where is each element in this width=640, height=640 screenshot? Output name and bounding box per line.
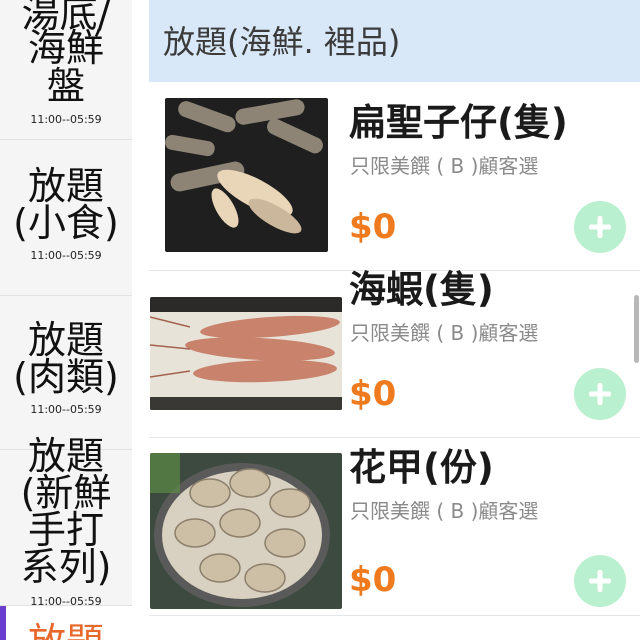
- item-photo-shrimp: [150, 297, 342, 410]
- item-note: 只限美饌 ( B )顧客選: [350, 499, 539, 523]
- add-to-cart-button[interactable]: [574, 555, 626, 607]
- category-label-line: 放題: [0, 623, 132, 640]
- item-note: 只限美饌 ( B )顧客選: [350, 154, 539, 178]
- section-header: 放題(海鮮. 裡品): [149, 0, 640, 82]
- category-label-line: (小食): [13, 201, 119, 245]
- scrollbar-thumb[interactable]: [634, 295, 639, 363]
- category-label-line: (新鮮: [20, 471, 112, 515]
- category-time: 11:00--05:59: [30, 403, 102, 416]
- category-meat[interactable]: 放題 (肉類) 11:00--05:59: [0, 296, 132, 450]
- item-photo-clams: [150, 453, 342, 609]
- item-price: $0: [349, 560, 397, 600]
- category-snacks[interactable]: 放題 (小食) 11:00--05:59: [0, 140, 132, 296]
- category-time: 11:00--05:59: [30, 113, 102, 126]
- item-photo-razor-clam: [165, 98, 328, 252]
- plus-icon: [589, 570, 611, 592]
- category-time: 11:00--05:59: [30, 249, 102, 262]
- plus-icon: [589, 383, 611, 405]
- item-name: 扁聖子仔(隻): [349, 101, 568, 144]
- category-seafood-active[interactable]: 放題: [0, 606, 132, 640]
- menu-item[interactable]: 花甲(份) 只限美饌 ( B )顧客選 $0: [149, 440, 640, 616]
- plus-icon: [589, 216, 611, 238]
- category-label-line: 手打: [27, 508, 104, 552]
- menu-item[interactable]: 海蝦(隻) 只限美饌 ( B )顧客選 $0: [149, 262, 640, 438]
- section-title: 放題(海鮮. 裡品): [163, 23, 401, 61]
- category-label-line: (肉類): [13, 355, 119, 399]
- item-price: $0: [349, 374, 397, 414]
- item-price: $0: [349, 207, 397, 247]
- item-name: 花甲(份): [349, 446, 494, 489]
- category-label-line: 海鮮: [27, 26, 104, 70]
- item-note: 只限美饌 ( B )顧客選: [350, 321, 539, 345]
- menu-item[interactable]: 扁聖子仔(隻) 只限美饌 ( B )顧客選 $0: [149, 95, 640, 271]
- category-label-line: 放題: [27, 164, 104, 208]
- item-name: 海蝦(隻): [349, 268, 494, 311]
- category-label-line: 放題: [27, 318, 104, 362]
- add-to-cart-button[interactable]: [574, 201, 626, 253]
- category-label-line: 系列): [20, 545, 112, 589]
- add-to-cart-button[interactable]: [574, 368, 626, 420]
- category-handmade[interactable]: 放題 (新鮮 手打 系列) 11:00--05:59: [0, 437, 132, 608]
- category-label-line: 放題: [27, 434, 104, 478]
- category-sidebar: 湯底/ 海鮮 盤 11:00--05:59 放題 (小食) 11:00--05:…: [0, 0, 132, 640]
- category-soup-seafood[interactable]: 湯底/ 海鮮 盤 11:00--05:59: [0, 0, 132, 140]
- category-label-line: 盤: [46, 64, 85, 108]
